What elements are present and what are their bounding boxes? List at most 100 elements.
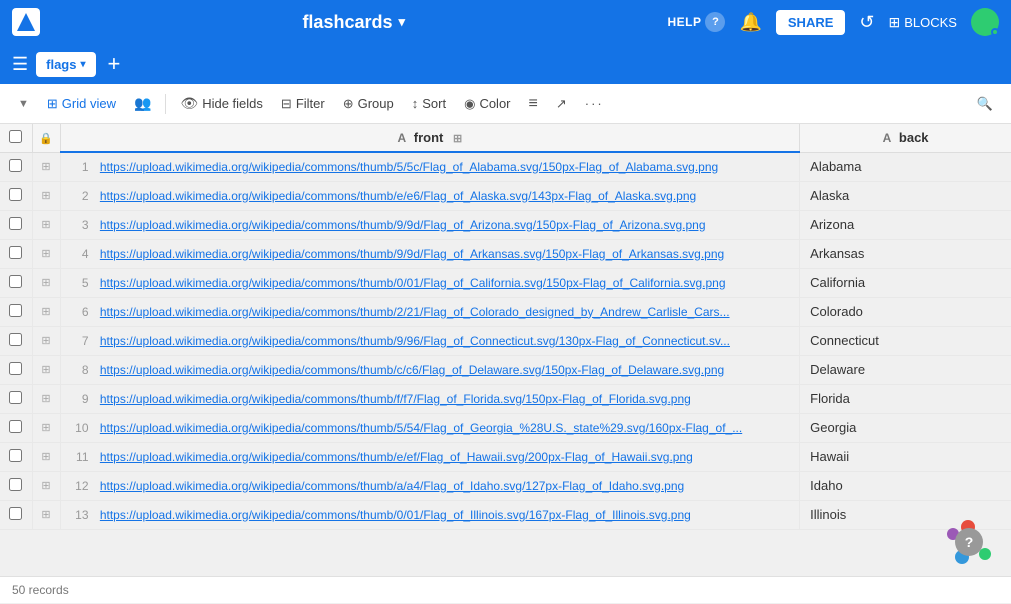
row-checkbox[interactable]: [9, 188, 22, 201]
row-expand-cell[interactable]: ⊞: [32, 268, 60, 297]
row-height-icon: ≡: [529, 95, 538, 113]
row-checkbox[interactable]: [9, 391, 22, 404]
more-options-button[interactable]: ···: [577, 92, 612, 115]
lock-icon: 🔒: [39, 133, 53, 145]
front-url-link[interactable]: https://upload.wikimedia.org/wikipedia/c…: [100, 508, 691, 522]
front-url-link[interactable]: https://upload.wikimedia.org/wikipedia/c…: [100, 479, 684, 493]
app-logo[interactable]: [12, 8, 40, 36]
row-checkbox-cell[interactable]: [0, 326, 32, 355]
row-checkbox[interactable]: [9, 304, 22, 317]
row-checkbox-cell[interactable]: [0, 471, 32, 500]
row-checkbox-cell[interactable]: [0, 384, 32, 413]
row-expand-cell[interactable]: ⊞: [32, 384, 60, 413]
front-url-link[interactable]: https://upload.wikimedia.org/wikipedia/c…: [100, 392, 691, 406]
row-height-button[interactable]: ≡: [521, 91, 546, 117]
row-checkbox[interactable]: [9, 449, 22, 462]
row-checkbox[interactable]: [9, 507, 22, 520]
row-checkbox-cell[interactable]: [0, 500, 32, 529]
table-row: ⊞ 6 https://upload.wikimedia.org/wikiped…: [0, 297, 1011, 326]
row-front-cell: 10 https://upload.wikimedia.org/wikipedi…: [60, 413, 800, 442]
row-expand-cell[interactable]: ⊞: [32, 355, 60, 384]
row-checkbox[interactable]: [9, 217, 22, 230]
row-expand-cell[interactable]: ⊞: [32, 442, 60, 471]
front-url-link[interactable]: https://upload.wikimedia.org/wikipedia/c…: [100, 189, 696, 203]
row-checkbox[interactable]: [9, 478, 22, 491]
front-url-link[interactable]: https://upload.wikimedia.org/wikipedia/c…: [100, 363, 724, 377]
front-url-link[interactable]: https://upload.wikimedia.org/wikipedia/c…: [100, 450, 693, 464]
row-expand-cell[interactable]: ⊞: [32, 326, 60, 355]
blocks-button[interactable]: ⊞ BLOCKS: [889, 14, 957, 31]
front-url-link[interactable]: https://upload.wikimedia.org/wikipedia/c…: [100, 421, 742, 435]
row-expand-cell[interactable]: ⊞: [32, 181, 60, 210]
row-expand-cell[interactable]: ⊞: [32, 210, 60, 239]
row-checkbox-cell[interactable]: [0, 239, 32, 268]
view-toolbar: ▼ ⊞ Grid view 👥 👁 Hide fields ⊟ Filter ⊕…: [0, 84, 1011, 124]
color-button[interactable]: ◉ Color: [456, 92, 518, 116]
row-checkbox-cell[interactable]: [0, 355, 32, 384]
bell-button[interactable]: 🔔: [739, 12, 761, 33]
row-checkbox[interactable]: [9, 420, 22, 433]
hamburger-menu[interactable]: ☰: [12, 54, 28, 75]
row-checkbox-cell[interactable]: [0, 442, 32, 471]
active-tab-flags[interactable]: flags ▾: [36, 52, 95, 77]
header-checkbox[interactable]: [0, 124, 32, 152]
row-front-cell: 4 https://upload.wikimedia.org/wikipedia…: [60, 239, 800, 268]
row-checkbox-cell[interactable]: [0, 181, 32, 210]
row-expand-cell[interactable]: ⊞: [32, 152, 60, 181]
grid-view-button[interactable]: ⊞ Grid view: [39, 92, 124, 116]
hw-question-circle[interactable]: ?: [955, 528, 983, 556]
row-expand-cell[interactable]: ⊞: [32, 297, 60, 326]
front-url-link[interactable]: https://upload.wikimedia.org/wikipedia/c…: [100, 218, 706, 232]
row-front-cell: 1 https://upload.wikimedia.org/wikipedia…: [60, 152, 800, 181]
row-checkbox[interactable]: [9, 275, 22, 288]
search-button[interactable]: 🔍: [969, 92, 1001, 116]
more-options-icon: ···: [585, 96, 604, 111]
row-expand-cell[interactable]: ⊞: [32, 500, 60, 529]
front-url-link[interactable]: https://upload.wikimedia.org/wikipedia/c…: [100, 247, 724, 261]
help-button[interactable]: HELP ?: [667, 12, 725, 32]
header-back[interactable]: A back: [800, 124, 1011, 152]
select-all-checkbox[interactable]: [9, 130, 22, 143]
search-icon: 🔍: [977, 96, 993, 112]
row-back-cell: Florida: [800, 384, 1011, 413]
table-row: ⊞ 8 https://upload.wikimedia.org/wikiped…: [0, 355, 1011, 384]
row-checkbox-cell[interactable]: [0, 152, 32, 181]
front-url-link[interactable]: https://upload.wikimedia.org/wikipedia/c…: [100, 334, 730, 348]
row-checkbox-cell[interactable]: [0, 297, 32, 326]
record-count: 50 records: [12, 583, 69, 597]
title-dropdown-arrow[interactable]: ▾: [398, 14, 405, 30]
row-checkbox-cell[interactable]: [0, 268, 32, 297]
front-url-link[interactable]: https://upload.wikimedia.org/wikipedia/c…: [100, 305, 730, 319]
front-url-link[interactable]: https://upload.wikimedia.org/wikipedia/c…: [100, 160, 718, 174]
sort-button[interactable]: ↕ Sort: [404, 92, 454, 115]
row-expand-cell[interactable]: ⊞: [32, 413, 60, 442]
help-widget[interactable]: ?: [947, 520, 991, 564]
row-checkbox[interactable]: [9, 333, 22, 346]
row-expand-cell[interactable]: ⊞: [32, 239, 60, 268]
user-avatar[interactable]: [971, 8, 999, 36]
filter-button[interactable]: ⊟ Filter: [273, 92, 333, 116]
row-checkbox-cell[interactable]: [0, 210, 32, 239]
row-checkbox[interactable]: [9, 246, 22, 259]
row-expand-cell[interactable]: ⊞: [32, 471, 60, 500]
view-toggle-button[interactable]: ▼: [10, 94, 37, 114]
people-button[interactable]: 👥: [126, 91, 159, 116]
table-row: ⊞ 1 https://upload.wikimedia.org/wikiped…: [0, 152, 1011, 181]
history-button[interactable]: ↺: [859, 12, 874, 33]
group-label: Group: [358, 96, 394, 111]
row-checkbox[interactable]: [9, 362, 22, 375]
hide-fields-button[interactable]: 👁 Hide fields: [172, 91, 270, 116]
share-button[interactable]: SHARE: [776, 10, 846, 35]
color-icon: ◉: [464, 96, 475, 112]
row-back-cell: Georgia: [800, 413, 1011, 442]
front-expand-icon[interactable]: ⊞: [453, 133, 462, 145]
group-button[interactable]: ⊕ Group: [335, 92, 402, 116]
row-checkbox[interactable]: [9, 159, 22, 172]
share-view-button[interactable]: ↗: [548, 92, 575, 116]
row-back-cell: Delaware: [800, 355, 1011, 384]
front-url-link[interactable]: https://upload.wikimedia.org/wikipedia/c…: [100, 276, 726, 290]
add-tab-button[interactable]: +: [108, 53, 121, 75]
table-container: 🔒 A front ⊞ A back ⊞ 1 https:/: [0, 124, 1011, 576]
row-checkbox-cell[interactable]: [0, 413, 32, 442]
header-front[interactable]: A front ⊞: [60, 124, 800, 152]
